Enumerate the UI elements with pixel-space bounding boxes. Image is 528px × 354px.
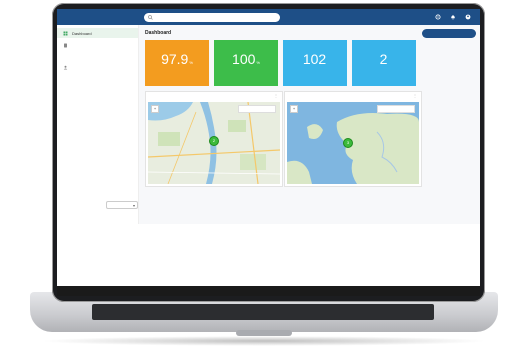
sidebar-item-devices[interactable] (57, 40, 138, 50)
metric-card-value-row: 100% (214, 51, 278, 67)
metric-card-value: 97.9 (161, 51, 189, 67)
dashboard-icon (63, 31, 68, 35)
metric-card[interactable]: 97.9% (145, 40, 209, 86)
map-tiles (287, 102, 419, 184)
search-icon (148, 14, 153, 20)
laptop-shadow (40, 336, 488, 346)
map-panel-right: ⋮ + 3 (284, 91, 422, 187)
metric-card-value-row: 97.9% (145, 51, 209, 67)
map-view[interactable]: + 2 (148, 102, 280, 184)
sidebar-select[interactable]: ▾ (106, 201, 138, 209)
map-view[interactable]: + 3 (287, 102, 419, 184)
bell-icon[interactable] (450, 14, 456, 20)
account-icon[interactable] (465, 14, 471, 20)
laptop-keyboard (92, 304, 434, 320)
metric-card-value: 2 (379, 51, 388, 67)
main-content: Dashboard 97.9% 100% 102 2 ⋮ + 2 ⋮ + 3 (139, 25, 480, 224)
sidebar: Dashboard ▾ (57, 25, 139, 224)
top-app-bar (57, 9, 480, 25)
metric-card-value: 100 (232, 51, 256, 67)
metric-card[interactable]: 102 (283, 40, 347, 86)
user-icon (63, 65, 68, 69)
laptop-bezel-bottom (57, 286, 480, 296)
metric-card[interactable]: 2 (352, 40, 416, 86)
map-cluster-marker[interactable]: 2 (209, 136, 219, 146)
devices-icon (64, 43, 67, 47)
map-tool-button[interactable] (238, 105, 276, 113)
map-panel-left: ⋮ + 2 (145, 91, 283, 187)
zoom-in-button[interactable]: + (151, 105, 159, 113)
sidebar-item-label: Dashboard (72, 30, 92, 36)
metric-card-value-row: 2 (352, 51, 416, 67)
map-tool-button[interactable] (377, 105, 415, 113)
chevron-down-icon: ▾ (132, 203, 135, 208)
metric-card-value: 102 (302, 51, 327, 67)
settings-icon[interactable] (435, 14, 441, 20)
metric-card-unit: % (256, 60, 260, 65)
sidebar-item-user[interactable] (57, 62, 138, 72)
map-cluster-marker[interactable]: 3 (343, 138, 353, 148)
laptop-trackpad-notch (236, 330, 292, 336)
search-input[interactable] (144, 12, 280, 22)
more-icon[interactable]: ⋮ (413, 93, 417, 98)
metric-card-unit: % (189, 60, 193, 65)
page-title: Dashboard (145, 30, 172, 36)
sidebar-item-dashboard[interactable]: Dashboard (57, 28, 138, 38)
empty-content-area (57, 224, 480, 286)
zoom-in-button[interactable]: + (290, 105, 298, 113)
metric-card-value-row: 102 (283, 51, 347, 67)
metric-card[interactable]: 100% (214, 40, 278, 86)
more-icon[interactable]: ⋮ (274, 93, 278, 98)
laptop-screen: Dashboard ▾ Dashboard 97.9% 100% 102 2 ⋮… (57, 9, 480, 286)
add-button[interactable] (422, 29, 476, 38)
